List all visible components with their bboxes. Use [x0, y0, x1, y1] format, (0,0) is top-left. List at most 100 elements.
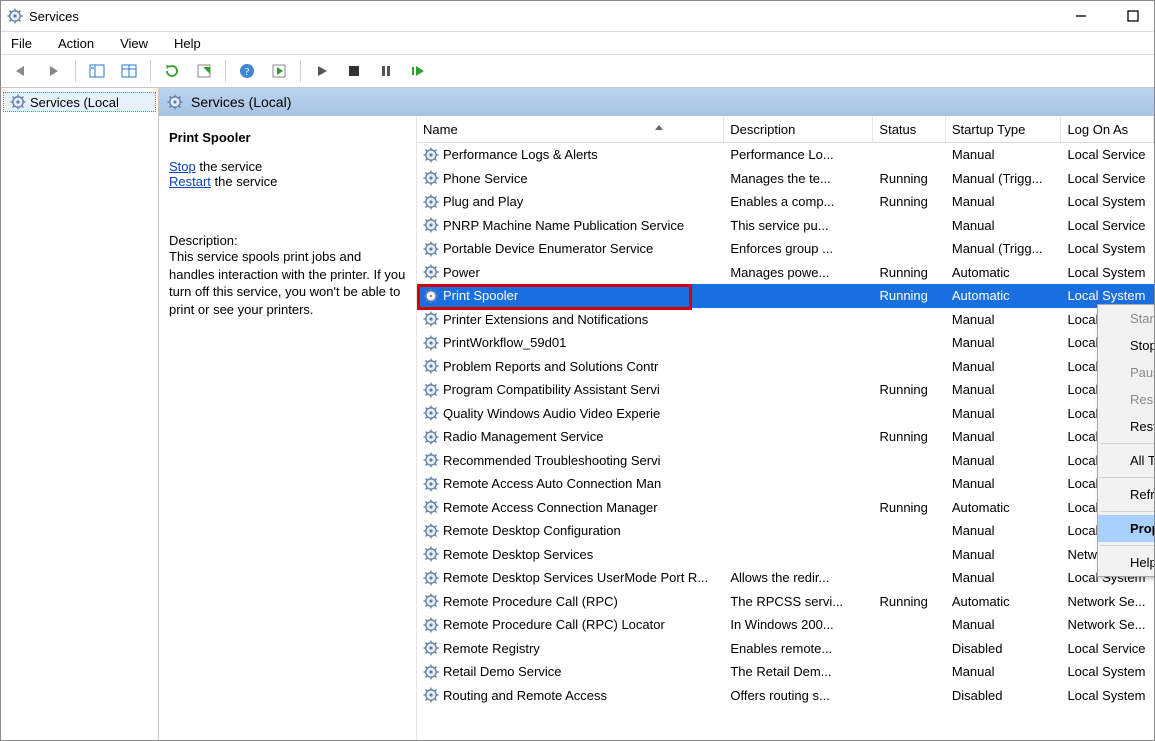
- ctx-all-tasks[interactable]: All Tasks▸: [1098, 447, 1154, 474]
- minimize-button[interactable]: [1072, 7, 1090, 25]
- service-startup: Manual: [946, 194, 1062, 209]
- ctx-stop[interactable]: Stop: [1098, 332, 1154, 359]
- service-row[interactable]: PNRP Machine Name Publication ServiceThi…: [417, 214, 1154, 238]
- ctx-properties[interactable]: Properties: [1098, 515, 1154, 542]
- service-name: Remote Desktop Services: [443, 547, 593, 562]
- service-row[interactable]: Remote Access Connection ManagerRunningA…: [417, 496, 1154, 520]
- service-row[interactable]: PowerManages powe...RunningAutomaticLoca…: [417, 261, 1154, 285]
- service-row[interactable]: Remote Desktop ConfigurationManualLocal …: [417, 519, 1154, 543]
- service-row[interactable]: Performance Logs & AlertsPerformance Lo.…: [417, 143, 1154, 167]
- service-row[interactable]: Portable Device Enumerator ServiceEnforc…: [417, 237, 1154, 261]
- service-row[interactable]: Print SpoolerRunningAutomaticLocal Syste…: [417, 284, 1154, 308]
- toolbar: ?: [1, 55, 1154, 88]
- service-row[interactable]: Recommended Troubleshooting ServiManualL…: [417, 449, 1154, 473]
- ctx-help[interactable]: Help: [1098, 549, 1154, 576]
- service-row[interactable]: Routing and Remote AccessOffers routing …: [417, 684, 1154, 708]
- ctx-pause: Pause: [1098, 359, 1154, 386]
- menu-action[interactable]: Action: [56, 36, 96, 51]
- service-description: Enforces group ...: [724, 241, 873, 256]
- gear-icon: [423, 523, 439, 539]
- service-row[interactable]: Problem Reports and Solutions ContrManua…: [417, 355, 1154, 379]
- service-startup: Manual: [946, 429, 1062, 444]
- col-description[interactable]: Description: [724, 116, 873, 142]
- service-name: Retail Demo Service: [443, 664, 562, 679]
- menu-view[interactable]: View: [118, 36, 150, 51]
- tree-root-item[interactable]: Services (Local: [3, 92, 156, 112]
- service-row[interactable]: Remote Access Auto Connection ManManualL…: [417, 472, 1154, 496]
- service-name: Radio Management Service: [443, 429, 603, 444]
- svg-text:?: ?: [245, 66, 250, 78]
- gear-icon: [167, 94, 183, 110]
- service-row[interactable]: Remote RegistryEnables remote...Disabled…: [417, 637, 1154, 661]
- service-row[interactable]: Radio Management ServiceRunningManualLoc…: [417, 425, 1154, 449]
- col-logonas[interactable]: Log On As: [1061, 116, 1154, 142]
- context-menu: Start Stop Pause Resume Restart All Task…: [1097, 304, 1154, 577]
- properties-button[interactable]: [189, 58, 219, 84]
- forward-button[interactable]: [39, 58, 69, 84]
- service-startup: Manual: [946, 476, 1062, 491]
- service-row[interactable]: Remote Procedure Call (RPC) LocatorIn Wi…: [417, 613, 1154, 637]
- service-startup: Manual: [946, 523, 1062, 538]
- service-startup: Automatic: [946, 500, 1062, 515]
- gear-icon: [423, 217, 439, 233]
- service-row[interactable]: Remote Procedure Call (RPC)The RPCSS ser…: [417, 590, 1154, 614]
- service-startup: Manual (Trigg...: [946, 241, 1062, 256]
- service-name: PNRP Machine Name Publication Service: [443, 218, 684, 233]
- service-startup: Manual: [946, 547, 1062, 562]
- service-row[interactable]: PrintWorkflow_59d01ManualLocal System: [417, 331, 1154, 355]
- stop-link[interactable]: Stop: [169, 159, 196, 174]
- ctx-restart[interactable]: Restart: [1098, 413, 1154, 440]
- maximize-button[interactable]: [1124, 7, 1142, 25]
- pause-service-button[interactable]: [371, 58, 401, 84]
- service-row[interactable]: Phone ServiceManages the te...RunningMan…: [417, 167, 1154, 191]
- menu-file[interactable]: File: [9, 36, 34, 51]
- col-startup[interactable]: Startup Type: [946, 116, 1062, 142]
- description-label: Description:: [169, 233, 406, 248]
- col-name[interactable]: Name: [417, 116, 724, 142]
- service-status: Running: [873, 194, 945, 209]
- service-startup: Automatic: [946, 265, 1062, 280]
- service-logon: Local System: [1061, 664, 1154, 679]
- service-startup: Manual: [946, 147, 1062, 162]
- service-status: Running: [873, 382, 945, 397]
- service-status: Running: [873, 265, 945, 280]
- window-title: Services: [29, 9, 79, 24]
- help-button[interactable]: ?: [232, 58, 262, 84]
- restart-service-button[interactable]: [403, 58, 433, 84]
- gear-icon: [423, 288, 439, 304]
- app-icon: [7, 8, 23, 24]
- service-row[interactable]: Printer Extensions and NotificationsManu…: [417, 308, 1154, 332]
- service-description: Manages the te...: [724, 171, 873, 186]
- service-name: Remote Access Connection Manager: [443, 500, 658, 515]
- service-startup: Manual (Trigg...: [946, 171, 1062, 186]
- service-name: Printer Extensions and Notifications: [443, 312, 648, 327]
- col-status[interactable]: Status: [873, 116, 945, 142]
- gear-icon: [423, 335, 439, 351]
- service-row[interactable]: Remote Desktop ServicesManualNetwork Se.…: [417, 543, 1154, 567]
- start-service-button[interactable]: [307, 58, 337, 84]
- service-name: Quality Windows Audio Video Experie: [443, 406, 660, 421]
- service-name: Performance Logs & Alerts: [443, 147, 598, 162]
- back-button[interactable]: [7, 58, 37, 84]
- service-row[interactable]: Quality Windows Audio Video ExperieManua…: [417, 402, 1154, 426]
- export-list-button[interactable]: [114, 58, 144, 84]
- ctx-resume: Resume: [1098, 386, 1154, 413]
- service-row[interactable]: Program Compatibility Assistant ServiRun…: [417, 378, 1154, 402]
- gear-icon: [423, 570, 439, 586]
- menu-help[interactable]: Help: [172, 36, 203, 51]
- restart-link[interactable]: Restart: [169, 174, 211, 189]
- service-logon: Local Service: [1061, 147, 1154, 162]
- gear-icon: [423, 194, 439, 210]
- stop-service-button[interactable]: [339, 58, 369, 84]
- service-name: Recommended Troubleshooting Servi: [443, 453, 661, 468]
- tree-pane: Services (Local: [1, 88, 159, 740]
- service-row[interactable]: Retail Demo ServiceThe Retail Dem...Manu…: [417, 660, 1154, 684]
- service-row[interactable]: Remote Desktop Services UserMode Port R.…: [417, 566, 1154, 590]
- service-startup: Manual: [946, 570, 1062, 585]
- action-icon[interactable]: [264, 58, 294, 84]
- show-hide-tree-button[interactable]: [82, 58, 112, 84]
- refresh-button[interactable]: [157, 58, 187, 84]
- service-row[interactable]: Plug and PlayEnables a comp...RunningMan…: [417, 190, 1154, 214]
- ctx-refresh[interactable]: Refresh: [1098, 481, 1154, 508]
- ctx-start: Start: [1098, 305, 1154, 332]
